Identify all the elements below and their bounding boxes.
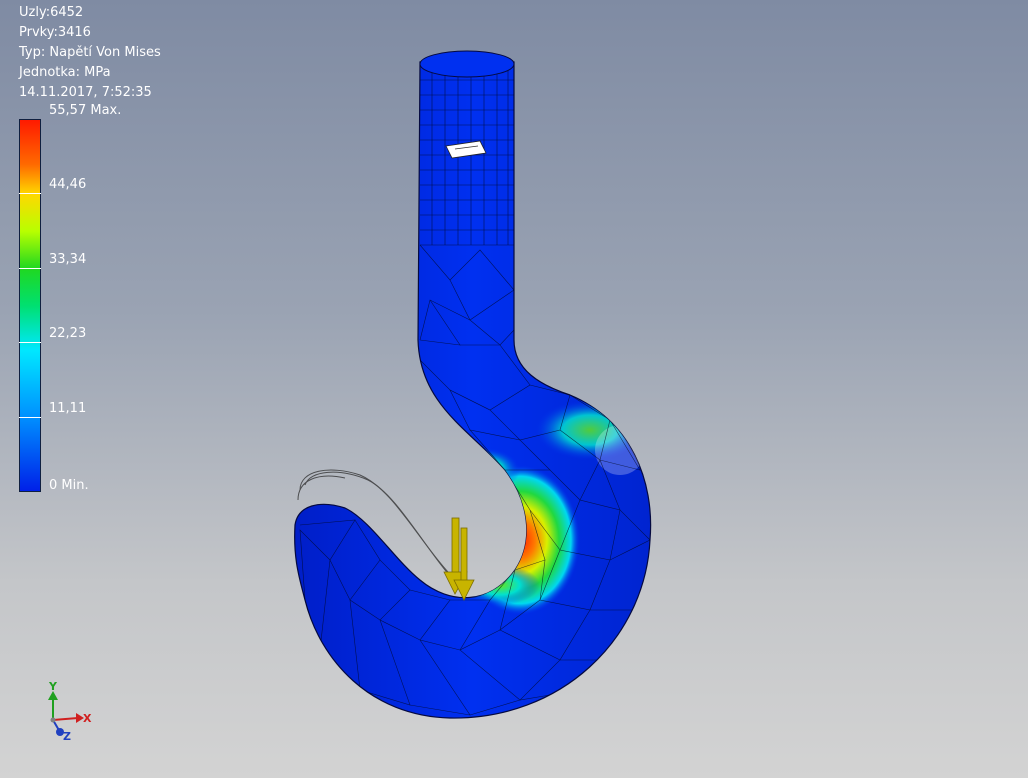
node-count: Uzly:6452 <box>19 5 84 20</box>
hook-body[interactable] <box>294 61 652 719</box>
legend-color-bar <box>19 119 41 492</box>
axis-x-label: X <box>83 712 92 725</box>
result-timestamp: 14.11.2017, 7:52:35 <box>19 85 152 100</box>
legend-label: 44,46 <box>49 177 87 192</box>
result-info-panel: Uzly:6452 Prvky:3416 Typ: Napětí Von Mis… <box>19 3 161 103</box>
legend-label: 33,34 <box>49 252 87 267</box>
legend-tick <box>19 268 41 269</box>
hook-model[interactable] <box>294 50 652 719</box>
model-viewport[interactable] <box>0 0 1028 778</box>
legend-label: 22,23 <box>49 326 87 341</box>
load-arrow-icon[interactable] <box>443 517 475 601</box>
shank-top-face <box>419 50 515 78</box>
axis-y-label: Y <box>49 680 57 693</box>
legend-label: 11,11 <box>49 401 87 416</box>
legend-tick <box>19 193 41 194</box>
legend-label-min: 0 Min. <box>49 478 89 493</box>
legend-tick <box>19 342 41 343</box>
result-unit: Jednotka: MPa <box>19 65 111 80</box>
legend-tick <box>19 417 41 418</box>
view-triad[interactable]: Y X Z <box>38 680 98 746</box>
element-count: Prvky:3416 <box>19 25 91 40</box>
result-type: Typ: Napětí Von Mises <box>19 45 161 60</box>
stress-color-legend <box>19 119 41 492</box>
legend-label-max: 55,57 Max. <box>49 103 122 118</box>
axis-z-label: Z <box>63 730 71 743</box>
